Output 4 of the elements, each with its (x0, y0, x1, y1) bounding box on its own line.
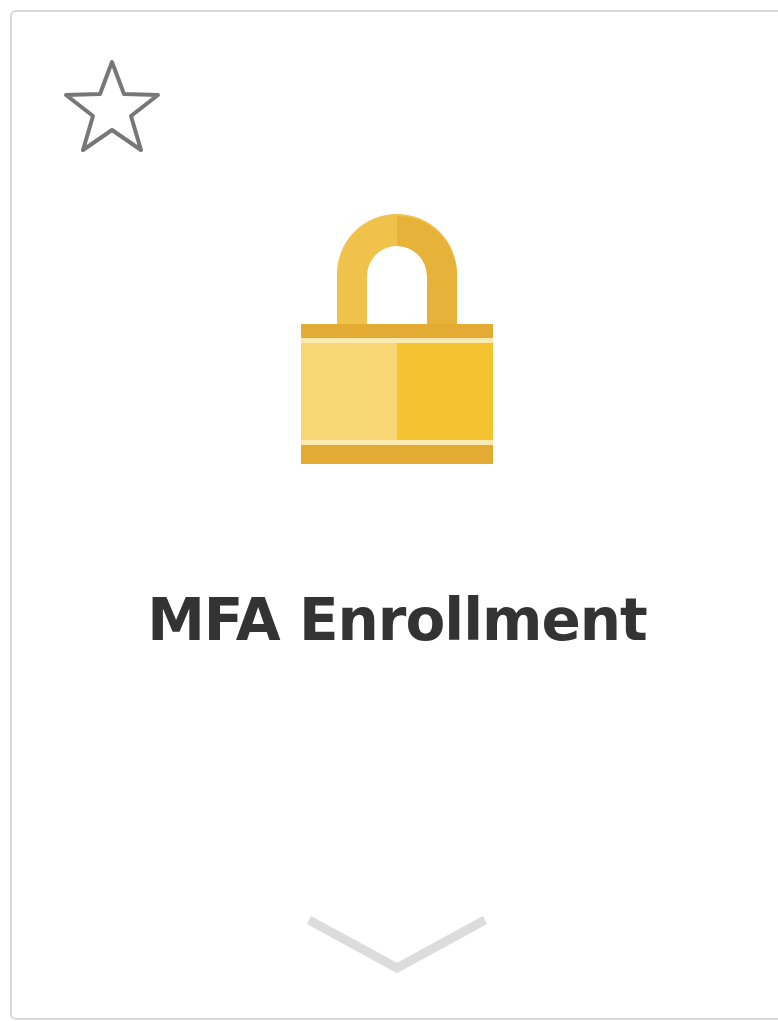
tile-card[interactable]: MFA Enrollment (10, 10, 778, 1020)
star-icon[interactable] (62, 58, 162, 154)
tile-title: MFA Enrollment (147, 586, 647, 654)
padlock-icon (301, 214, 493, 464)
